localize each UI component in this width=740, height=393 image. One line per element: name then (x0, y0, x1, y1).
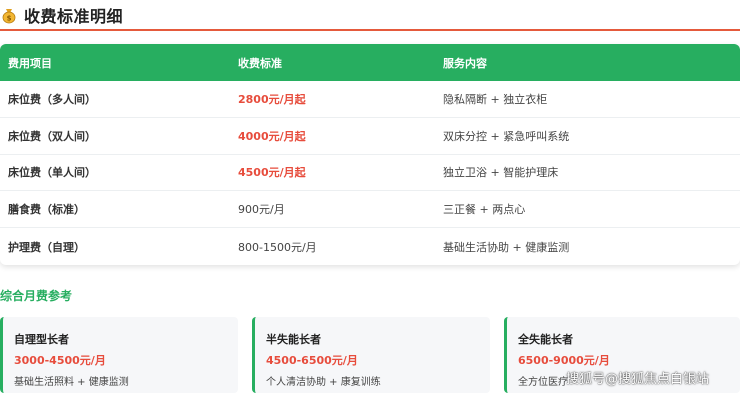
section-header: $ 收费标准明细 (0, 0, 740, 30)
row-service: 基础生活协助 + 健康监测 (443, 240, 570, 254)
row-item: 护理费（自理） (8, 240, 85, 254)
row-item: 膳食费（标准） (8, 203, 85, 217)
card-desc: 个人清洁协助 + 康复训练 (266, 377, 381, 388)
card-title: 全失能长者 (518, 333, 573, 346)
table-row: 床位费（单人间） 4500元/月起 独立卫浴 + 智能护理床 (0, 155, 740, 192)
watermark: 搜狐号@搜狐焦点白银站 (566, 372, 710, 387)
money-bag-icon: $ (0, 6, 18, 24)
row-service: 三正餐 + 两点心 (443, 203, 526, 217)
row-price: 4000元/月起 (238, 129, 306, 143)
fee-card-semi-disabled: 半失能长者 4500-6500元/月 个人清洁协助 + 康复训练 (252, 317, 490, 393)
row-service: 独立卫浴 + 智能护理床 (443, 166, 559, 180)
table-row: 床位费（多人间） 2800元/月起 隐私隔断 + 独立衣柜 (0, 81, 740, 118)
row-item: 床位费（多人间） (8, 92, 96, 106)
svg-text:$: $ (7, 15, 12, 23)
card-price: 6500-9000元/月 (518, 354, 610, 367)
row-price: 800-1500元/月 (238, 240, 317, 254)
table-row: 护理费（自理） 800-1500元/月 基础生活协助 + 健康监测 (0, 228, 740, 265)
title-divider (0, 29, 740, 31)
row-service: 隐私隔断 + 独立衣柜 (443, 92, 548, 106)
fee-card-self-care: 自理型长者 3000-4500元/月 基础生活照料 + 健康监测 (0, 317, 238, 393)
section-title: 收费标准明细 (24, 7, 124, 26)
table-header: 费用项目 收费标准 服务内容 (0, 44, 740, 81)
header-price: 收费标准 (238, 56, 282, 70)
row-item: 床位费（双人间） (8, 129, 96, 143)
card-title: 自理型长者 (14, 333, 69, 346)
header-service: 服务内容 (443, 56, 487, 70)
monthly-fee-heading: 综合月费参考 (0, 289, 73, 303)
row-price: 900元/月 (238, 203, 285, 217)
row-price: 2800元/月起 (238, 92, 306, 106)
card-desc: 基础生活照料 + 健康监测 (14, 377, 129, 388)
card-title: 半失能长者 (266, 333, 321, 346)
card-price: 4500-6500元/月 (266, 354, 358, 367)
card-price: 3000-4500元/月 (14, 354, 106, 367)
fee-table: 费用项目 收费标准 服务内容 床位费（多人间） 2800元/月起 隐私隔断 + … (0, 44, 740, 265)
table-row: 床位费（双人间） 4000元/月起 双床分控 + 紧急呼叫系统 (0, 118, 740, 155)
row-price: 4500元/月起 (238, 166, 306, 180)
row-item: 床位费（单人间） (8, 166, 96, 180)
table-row: 膳食费（标准） 900元/月 三正餐 + 两点心 (0, 191, 740, 229)
row-service: 双床分控 + 紧急呼叫系统 (443, 129, 570, 143)
header-item: 费用项目 (8, 56, 52, 70)
